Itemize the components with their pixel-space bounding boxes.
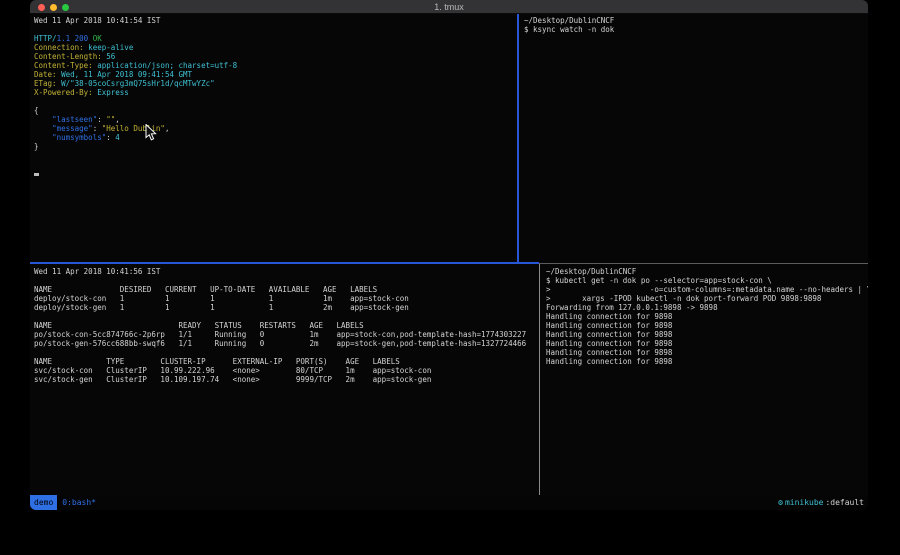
terminal-line: $ ksync watch -n dok [524,25,868,34]
terminal-line: deploy/stock-con 1 1 1 1 1m app=stock-co… [34,294,536,303]
terminal-line: { [34,106,516,115]
terminal-line: X-Powered-By: Express [34,88,516,97]
window-title: 1. tmux [434,2,464,12]
tmux-content: Wed 11 Apr 2018 10:41:54 IST HTTP/1.1 20… [30,14,868,495]
terminal-line: } [34,142,516,151]
terminal-line: Handling connection for 9898 [546,312,868,321]
pane-divider-vertical-bottom[interactable] [539,264,540,495]
window-tab-bash[interactable]: 0:bash* [62,498,96,507]
terminal-line: ~/Desktop/DublinCNCF [524,16,868,25]
pane-divider-vertical-top[interactable] [517,14,519,263]
pane-ksync-watch[interactable]: ~/Desktop/DublinCNCF$ ksync watch -n dok [520,14,868,261]
terminal-line: "numsymbols": 4 [34,133,516,142]
terminal-line: Handling connection for 9898 [546,321,868,330]
close-button[interactable] [38,4,45,11]
terminal-line: Handling connection for 9898 [546,330,868,339]
terminal-line: po/stock-gen-576cc688bb-swqf6 1/1 Runnin… [34,339,536,348]
maximize-button[interactable] [62,4,69,11]
terminal-line: > xargs -IPOD kubectl -n dok port-forwar… [546,294,868,303]
terminal-line: Content-Length: 56 [34,52,516,61]
pane-divider-horizontal-right[interactable] [539,263,868,264]
terminal-line: svc/stock-gen ClusterIP 10.109.197.74 <n… [34,375,536,384]
kube-context-icon: ⚙ [778,498,783,507]
terminal-line: Handling connection for 9898 [546,357,868,366]
window-titlebar[interactable]: 1. tmux [30,0,868,14]
terminal-line: Handling connection for 9898 [546,348,868,357]
terminal-line: HTTP/1.1 200 OK [34,34,516,43]
terminal-line: $ kubectl get -n dok po --selector=app=s… [546,276,868,285]
terminal-line: NAME DESIRED CURRENT UP-TO-DATE AVAILABL… [34,285,536,294]
traffic-lights [38,4,69,11]
terminal-line: ETag: W/"38-05coCsrg3mQ75sHr1d/qcMTwYZc" [34,79,516,88]
terminal-window: 1. tmux Wed 11 Apr 2018 10:41:54 IST HTT… [30,0,868,510]
mouse-cursor [145,124,157,142]
terminal-line: svc/stock-con ClusterIP 10.99.222.96 <no… [34,366,536,375]
terminal-line: > -o=custom-columns=:metadata.name --no-… [546,285,868,294]
kube-context-name: minikube [785,498,824,507]
terminal-line: po/stock-con-5cc874766c-2p6rp 1/1 Runnin… [34,330,536,339]
terminal-line: Handling connection for 9898 [546,339,868,348]
block-cursor [34,173,39,176]
minimize-button[interactable] [50,4,57,11]
terminal-line [34,25,516,34]
terminal-line [34,312,536,321]
terminal-line: ~/Desktop/DublinCNCF [546,267,868,276]
terminal-line: deploy/stock-gen 1 1 1 1 2m app=stock-ge… [34,303,536,312]
pane-divider-horizontal-left[interactable] [30,262,539,264]
terminal-line: NAME READY STATUS RESTARTS AGE LABELS [34,321,536,330]
terminal-line: "message": "Hello Dublin", [34,124,516,133]
terminal-line: Wed 11 Apr 2018 10:41:54 IST [34,16,516,25]
terminal-line [34,348,536,357]
terminal-line: Connection: keep-alive [34,43,516,52]
terminal-line: Date: Wed, 11 Apr 2018 09:41:54 GMT [34,70,516,79]
terminal-line [34,97,516,106]
terminal-line [34,169,516,178]
terminal-line [34,276,536,285]
session-name-badge: demo [30,495,57,510]
terminal-line [34,151,516,160]
status-right: ⚙ minikube :default [778,498,864,507]
pane-http-response[interactable]: Wed 11 Apr 2018 10:41:54 IST HTTP/1.1 20… [30,14,516,261]
terminal-line: Content-Type: application/json; charset=… [34,61,516,70]
pane-kubectl-resources[interactable]: Wed 11 Apr 2018 10:41:56 IST NAME DESIRE… [30,265,536,495]
tmux-status-bar: demo 0:bash* ⚙ minikube :default [30,495,868,510]
terminal-line: Wed 11 Apr 2018 10:41:56 IST [34,267,536,276]
pane-port-forward[interactable]: ~/Desktop/DublinCNCF$ kubectl get -n dok… [542,265,868,495]
terminal-line: NAME TYPE CLUSTER-IP EXTERNAL-IP PORT(S)… [34,357,536,366]
terminal-line: "lastseen": "", [34,115,516,124]
kube-namespace: :default [825,498,864,507]
terminal-line [34,160,516,169]
terminal-line: Forwarding from 127.0.0.1:9898 -> 9898 [546,303,868,312]
